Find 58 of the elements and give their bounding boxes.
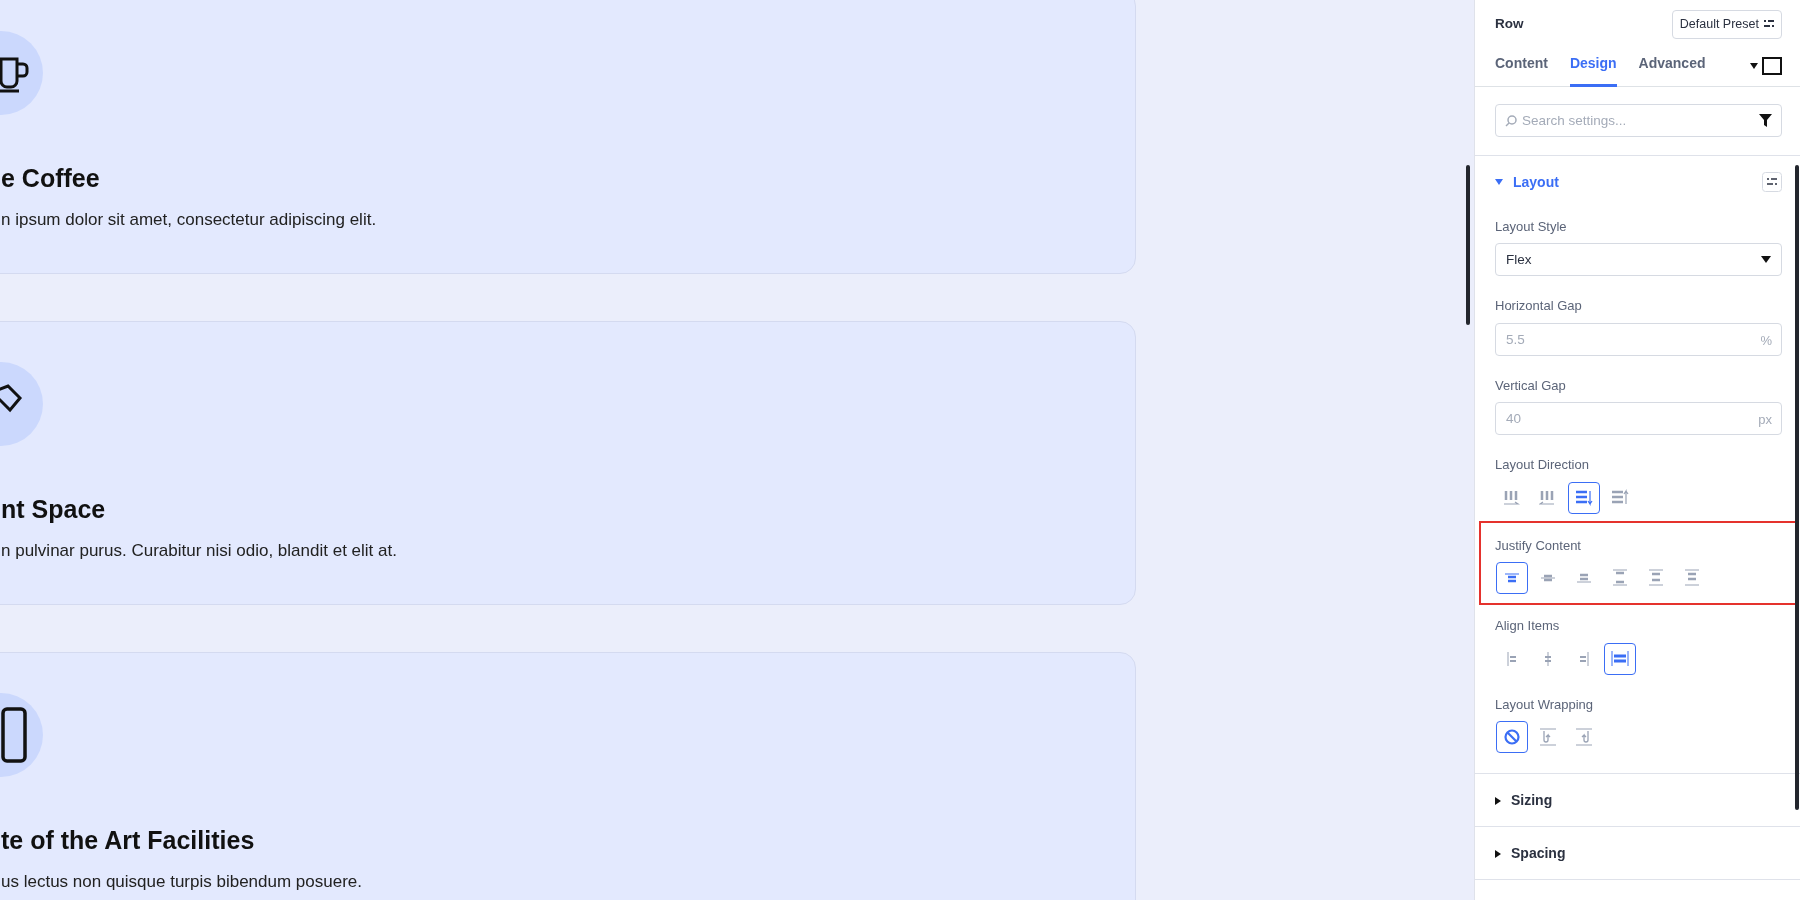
field-label: Align Items [1495, 617, 1561, 636]
scrollbar[interactable] [1466, 165, 1470, 325]
direction-icon [1611, 488, 1629, 507]
align-icon [1544, 650, 1552, 667]
card-title: e Coffee [1, 163, 101, 193]
field-label: Vertical Gap [1495, 376, 1567, 395]
justify-icon [1505, 573, 1519, 584]
align-icon [1611, 649, 1629, 668]
card-text: n pulvinar purus. Curabitur nisi odio, blandit et elit at. [1, 540, 398, 562]
wrap-icon [1539, 728, 1557, 747]
field-label: Layout Wrapping [1495, 695, 1595, 714]
panel-title: Row [1495, 15, 1524, 34]
card-title: te of the Art Facilities [1, 825, 256, 855]
select-field[interactable]: Flex [1495, 243, 1782, 277]
field-label: Justify Content [1495, 536, 1582, 555]
justify-option[interactable] [1496, 562, 1528, 595]
wrap-icon [1575, 728, 1593, 747]
align-icon [1507, 650, 1517, 667]
section-title[interactable]: Spacing [1511, 843, 1566, 865]
justify-icon [1611, 569, 1629, 588]
section-title[interactable]: Layout [1513, 171, 1559, 193]
direction-icon [1539, 488, 1557, 507]
caret-icon [1761, 256, 1771, 264]
caret-icon[interactable] [1750, 62, 1758, 69]
caret-right-icon[interactable] [1495, 849, 1501, 858]
tab[interactable]: Design [1569, 44, 1617, 87]
card-text: n ipsum dolor sit amet, consectetur adipiscing elit. [1, 209, 378, 231]
field-label: Horizontal Gap [1495, 297, 1583, 316]
direction-icon [1575, 488, 1593, 507]
direction-option[interactable] [1568, 481, 1600, 514]
align-option[interactable] [1604, 642, 1636, 675]
search-icon [1505, 114, 1517, 127]
caret-down-icon[interactable] [1495, 179, 1503, 186]
justify-icon [1647, 569, 1665, 588]
wrap-option[interactable] [1496, 721, 1528, 754]
card-text: us lectus non quisque turpis bibendum posuere. [1, 871, 363, 893]
desktop-icon[interactable] [1762, 56, 1782, 75]
preset-button[interactable]: Default Preset [1671, 10, 1782, 39]
preset-icon [1764, 20, 1774, 29]
justify-icon [1577, 573, 1591, 584]
unit-label: % [1760, 331, 1772, 350]
field-label: Layout Style [1495, 217, 1568, 236]
align-icon [1579, 650, 1589, 667]
justify-icon [1683, 569, 1701, 588]
card-title: nt Space [1, 494, 107, 524]
section-title[interactable]: Sizing [1511, 790, 1553, 812]
filter-icon[interactable] [1759, 113, 1772, 127]
tab[interactable]: Content [1495, 44, 1548, 87]
tab[interactable]: Advanced [1638, 44, 1706, 87]
field-label: Layout Direction [1495, 456, 1590, 475]
justify-icon [1541, 574, 1555, 583]
unit-label: px [1758, 411, 1772, 430]
wrap-icon [1503, 728, 1521, 747]
search-field[interactable]: Search settings... [1495, 103, 1782, 137]
caret-right-icon[interactable] [1495, 796, 1501, 805]
scrollbar[interactable] [1795, 165, 1799, 810]
direction-icon [1503, 488, 1521, 507]
preset-icon[interactable] [1762, 172, 1782, 193]
